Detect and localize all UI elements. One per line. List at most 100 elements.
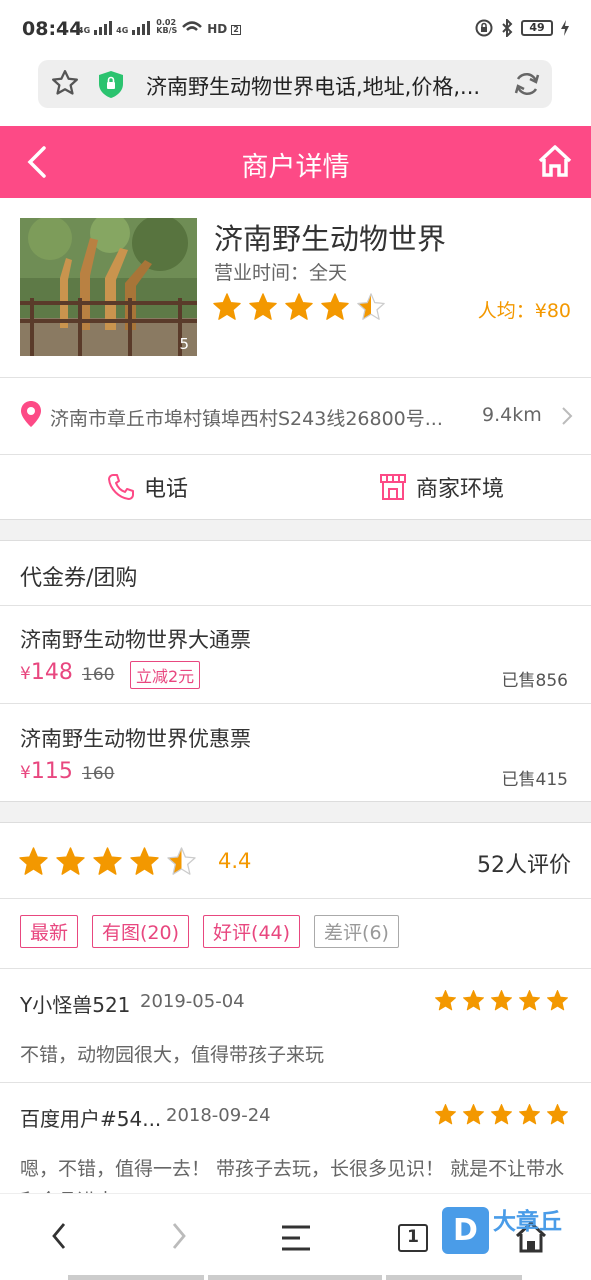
review-date: 2019-05-04 [140,991,245,1012]
review-user: Y小怪兽521 [20,993,131,1017]
deal-original-price: 160 [82,764,115,784]
secure-shield-icon [99,71,123,98]
location-pin-icon [21,401,41,427]
watermark-badge: D [442,1207,489,1254]
review-content: 嗯，不错，值得一去！ 带孩子去玩，长很多见识！ 就是不让带水和食品进去 [20,1158,565,1195]
network-type-2: 4G [116,26,129,35]
status-right: 49 [475,19,569,37]
reload-icon[interactable] [512,69,542,99]
deal-price: ¥115 [20,759,73,784]
star-icon [462,1103,485,1125]
filter-negative[interactable]: 差评(6) [314,915,399,948]
discount-tag: 立减2元 [130,661,201,689]
star-icon [285,293,313,320]
review-item[interactable]: 百度用户#54... 2018-09-24 嗯，不错，值得一去！ 带孩子去玩，长… [0,1083,591,1195]
deal-name: 济南野生动物世界大通票 [20,628,251,652]
star-icon [357,293,385,320]
address-text: 济南市章丘市埠村镇埠西村S243线26800号... [50,408,443,430]
divider [0,898,591,899]
wifi-hd-icon [182,21,203,31]
url-text[interactable]: 济南野生动物世界电话,地址,价格,... [146,71,496,101]
review-date: 2018-09-24 [166,1105,271,1126]
hd-label: HD [207,22,228,36]
deal-item[interactable]: 济南野生动物世界大通票 ¥148 160 立减2元 已售856 [0,606,591,704]
filter-with-photos[interactable]: 有图(20) [92,915,190,948]
watermark: D 大章丘 [442,1207,562,1254]
section-gap [0,519,591,541]
network-indicators: 4G 4G 0.02 KB/S HD 2 [78,19,241,35]
battery-icon: 49 [521,20,553,36]
hd-sub: 2 [231,25,241,35]
star-icon [249,293,277,320]
gesture-bar [208,1275,382,1280]
star-icon [462,989,485,1011]
star-icon [56,847,85,875]
giraffe-photo [20,218,197,356]
star-icon [434,1103,457,1125]
page-title: 商户详情 [241,152,350,183]
deal-original-price: 160 [82,665,115,685]
deal-item[interactable]: 济南野生动物世界优惠票 ¥115 160 已售415 [0,705,591,803]
coupon-section-title: 代金券/团购 [20,566,138,591]
bluetooth-icon [502,19,513,37]
star-icon [93,847,122,875]
status-time: 08:44 [22,18,83,40]
review-user: 百度用户#54... [20,1107,162,1131]
lock-rotation-icon [475,19,493,37]
home-icon[interactable] [537,144,573,178]
star-icon [19,847,48,875]
star-icon [518,1103,541,1125]
network-type-1: 4G [78,26,91,35]
signal-icon [94,19,113,35]
photo-count: 5 [179,335,189,353]
watermark-text: 大章丘 [493,1208,562,1235]
merchant-photo[interactable]: 5 [20,218,197,356]
filter-latest[interactable]: 最新 [20,915,79,948]
review-stars [434,989,569,1012]
star-icon [518,989,541,1011]
nav-forward-icon[interactable] [166,1218,190,1254]
deal-sold-count: 已售415 [501,770,568,790]
merchant-name: 济南野生动物世界 [214,222,447,256]
star-icon [130,847,159,875]
gesture-bar [386,1275,522,1280]
charging-icon [561,20,569,36]
deal-name: 济南野生动物世界优惠票 [20,727,251,751]
average-price: 人均：¥80 [477,300,571,322]
page-header: 商户详情 [0,126,591,198]
rating-score: 4.4 [218,849,252,873]
merchant-rating-stars [212,292,386,322]
business-hours: 营业时间：全天 [214,262,348,284]
star-icon [213,293,241,320]
review-content: 不错，动物园很大，值得带孩子来玩 [20,1044,325,1066]
gesture-bar [68,1275,204,1280]
menu-icon[interactable] [280,1224,312,1252]
url-bar[interactable]: 济南野生动物世界电话,地址,价格,... [38,60,552,108]
status-bar: 08:44 4G 4G 0.02 KB/S HD 2 49 [0,0,591,58]
phone-label: 电话 [144,477,189,502]
address-row[interactable]: 济南市章丘市埠村镇埠西村S243线26800号... 9.4km [0,378,591,454]
bookmark-star-icon[interactable] [50,68,80,98]
deal-price: ¥148 [20,660,73,685]
nav-back-icon[interactable] [48,1218,72,1254]
star-icon [490,1103,513,1125]
review-item[interactable]: Y小怪兽521 2019-05-04 不错，动物园很大，值得带孩子来玩 [0,969,591,1082]
speed-unit: KB/S [156,26,178,35]
signal-icon-2 [132,19,151,35]
star-icon [546,989,569,1011]
environment-button[interactable]: 商家环境 [378,455,504,519]
star-icon [167,847,196,875]
star-icon [490,989,513,1011]
phone-button[interactable]: 电话 [106,455,188,519]
star-icon [434,989,457,1011]
filter-positive[interactable]: 好评(44) [203,915,301,948]
review-stars [434,1103,569,1126]
environment-label: 商家环境 [416,477,505,502]
phone-icon [108,474,134,500]
deal-sold-count: 已售856 [501,671,568,691]
tabs-button[interactable]: 1 [398,1224,428,1252]
star-icon [321,293,349,320]
distance: 9.4km [482,404,542,426]
action-row: 电话 商家环境 [0,455,591,519]
store-icon [380,474,406,500]
